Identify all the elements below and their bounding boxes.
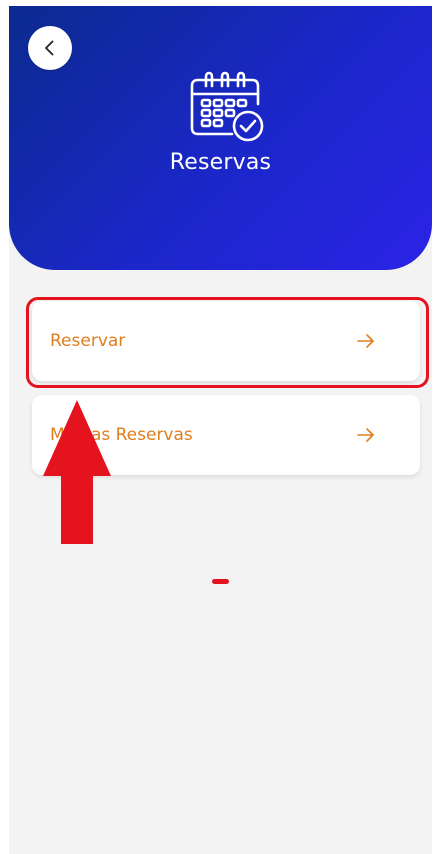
reservas-screen: Reservas Reservar Minhas Reservas	[9, 6, 432, 854]
page-title: Reservas	[169, 150, 272, 175]
menu-item-label: Reservar	[50, 331, 126, 351]
arrow-right-icon	[356, 333, 376, 349]
menu-item-reservar[interactable]: Reservar	[32, 301, 420, 381]
back-button[interactable]	[28, 26, 72, 70]
header-banner: Reservas	[9, 6, 432, 270]
menu-item-label: Minhas Reservas	[50, 425, 193, 445]
red-mark	[212, 579, 229, 584]
menu-item-minhas-reservas[interactable]: Minhas Reservas	[32, 395, 420, 475]
calendar-check-icon	[190, 71, 264, 142]
arrow-right-icon	[356, 427, 376, 443]
chevron-left-icon	[45, 40, 54, 56]
